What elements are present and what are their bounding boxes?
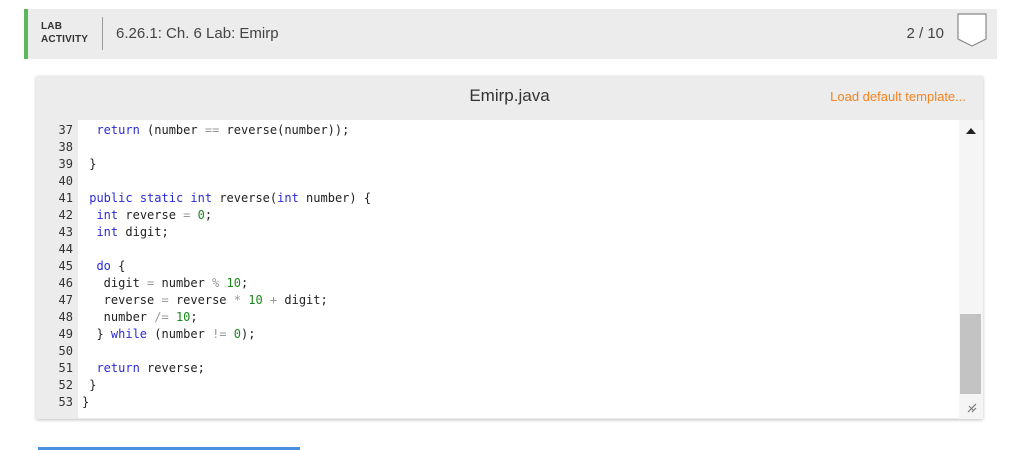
line-number: 38 <box>58 140 73 154</box>
line-number: 48 <box>58 310 73 324</box>
code-line[interactable]: 46 digit = number % 10; <box>36 275 959 292</box>
code-area[interactable]: 37 return (number == reverse(number)); 38… <box>36 120 959 418</box>
below-fold-content <box>38 440 300 450</box>
line-number: 42 <box>58 208 73 222</box>
code-line[interactable]: 43 int digit; <box>36 224 959 241</box>
code-text[interactable]: int reverse = 0; <box>82 207 212 224</box>
code-line[interactable]: 40 <box>36 173 959 190</box>
lab-score: 2 / 10 <box>906 25 944 42</box>
code-text[interactable]: return (number == reverse(number)); <box>82 122 349 139</box>
code-line[interactable]: 37 return (number == reverse(number)); <box>36 122 959 139</box>
code-text[interactable]: reverse = reverse * 10 + digit; <box>82 292 328 309</box>
code-line[interactable]: 49 } while (number != 0); <box>36 326 959 343</box>
line-number: 51 <box>58 361 73 375</box>
line-number: 37 <box>58 123 73 137</box>
code-line[interactable]: 47 reverse = reverse * 10 + digit; <box>36 292 959 309</box>
load-default-template-link[interactable]: Load default template... <box>830 89 966 104</box>
code-line[interactable]: 45 do { <box>36 258 959 275</box>
editor-filename: Emirp.java <box>469 86 550 105</box>
lab-tag-line1: LAB <box>41 21 63 32</box>
line-number: 52 <box>58 378 73 392</box>
lab-tag-line2: ACTIVITY <box>41 34 89 45</box>
code-text[interactable]: do { <box>82 258 125 275</box>
header-divider <box>102 17 103 50</box>
lab-title: 6.26.1: Ch. 6 Lab: Emirp <box>116 25 279 42</box>
code-text[interactable]: } <box>82 156 96 173</box>
line-number: 47 <box>58 293 73 307</box>
code-line[interactable]: 52 } <box>36 377 959 394</box>
code-text[interactable]: } <box>82 377 96 394</box>
code-line[interactable]: 38 <box>36 139 959 156</box>
line-number: 39 <box>58 157 73 171</box>
scroll-thumb[interactable] <box>960 314 981 394</box>
line-number: 43 <box>58 225 73 239</box>
line-number: 45 <box>58 259 73 273</box>
line-number: 49 <box>58 327 73 341</box>
lab-activity-tag: LAB ACTIVITY <box>41 20 88 46</box>
code-line[interactable]: 50 <box>36 343 959 360</box>
vertical-scrollbar[interactable] <box>959 120 983 419</box>
line-number: 53 <box>58 395 73 409</box>
line-number: 46 <box>58 276 73 290</box>
code-editor-panel: Emirp.java Load default template... 37 r… <box>36 76 983 419</box>
code-text[interactable]: return reverse; <box>82 360 204 377</box>
code-text[interactable]: public static int reverse(int number) { <box>82 190 371 207</box>
code-line[interactable]: 41 public static int reverse(int number)… <box>36 190 959 207</box>
code-lines[interactable]: 37 return (number == reverse(number)); 38… <box>36 122 959 411</box>
line-number: 50 <box>58 344 73 358</box>
code-text[interactable]: int digit; <box>82 224 168 241</box>
line-number: 44 <box>58 242 73 256</box>
code-text[interactable]: } while (number != 0); <box>82 326 255 343</box>
code-line[interactable]: 48 number /= 10; <box>36 309 959 326</box>
lab-activity-header: LAB ACTIVITY 6.26.1: Ch. 6 Lab: Emirp 2 … <box>24 9 997 59</box>
resize-grip-icon[interactable] <box>966 402 977 413</box>
code-line[interactable]: 51 return reverse; <box>36 360 959 377</box>
code-text[interactable]: number /= 10; <box>82 309 198 326</box>
line-number: 40 <box>58 174 73 188</box>
code-line[interactable]: 53} <box>36 394 959 411</box>
code-text[interactable]: digit = number % 10; <box>82 275 249 292</box>
header-accent-bar <box>24 9 28 59</box>
line-number: 41 <box>58 191 73 205</box>
code-line[interactable]: 44 <box>36 241 959 258</box>
scroll-up-arrow-icon[interactable] <box>966 128 976 134</box>
code-line[interactable]: 39 } <box>36 156 959 173</box>
code-line[interactable]: 42 int reverse = 0; <box>36 207 959 224</box>
shield-badge-icon <box>957 13 987 47</box>
code-text[interactable]: } <box>82 394 89 411</box>
